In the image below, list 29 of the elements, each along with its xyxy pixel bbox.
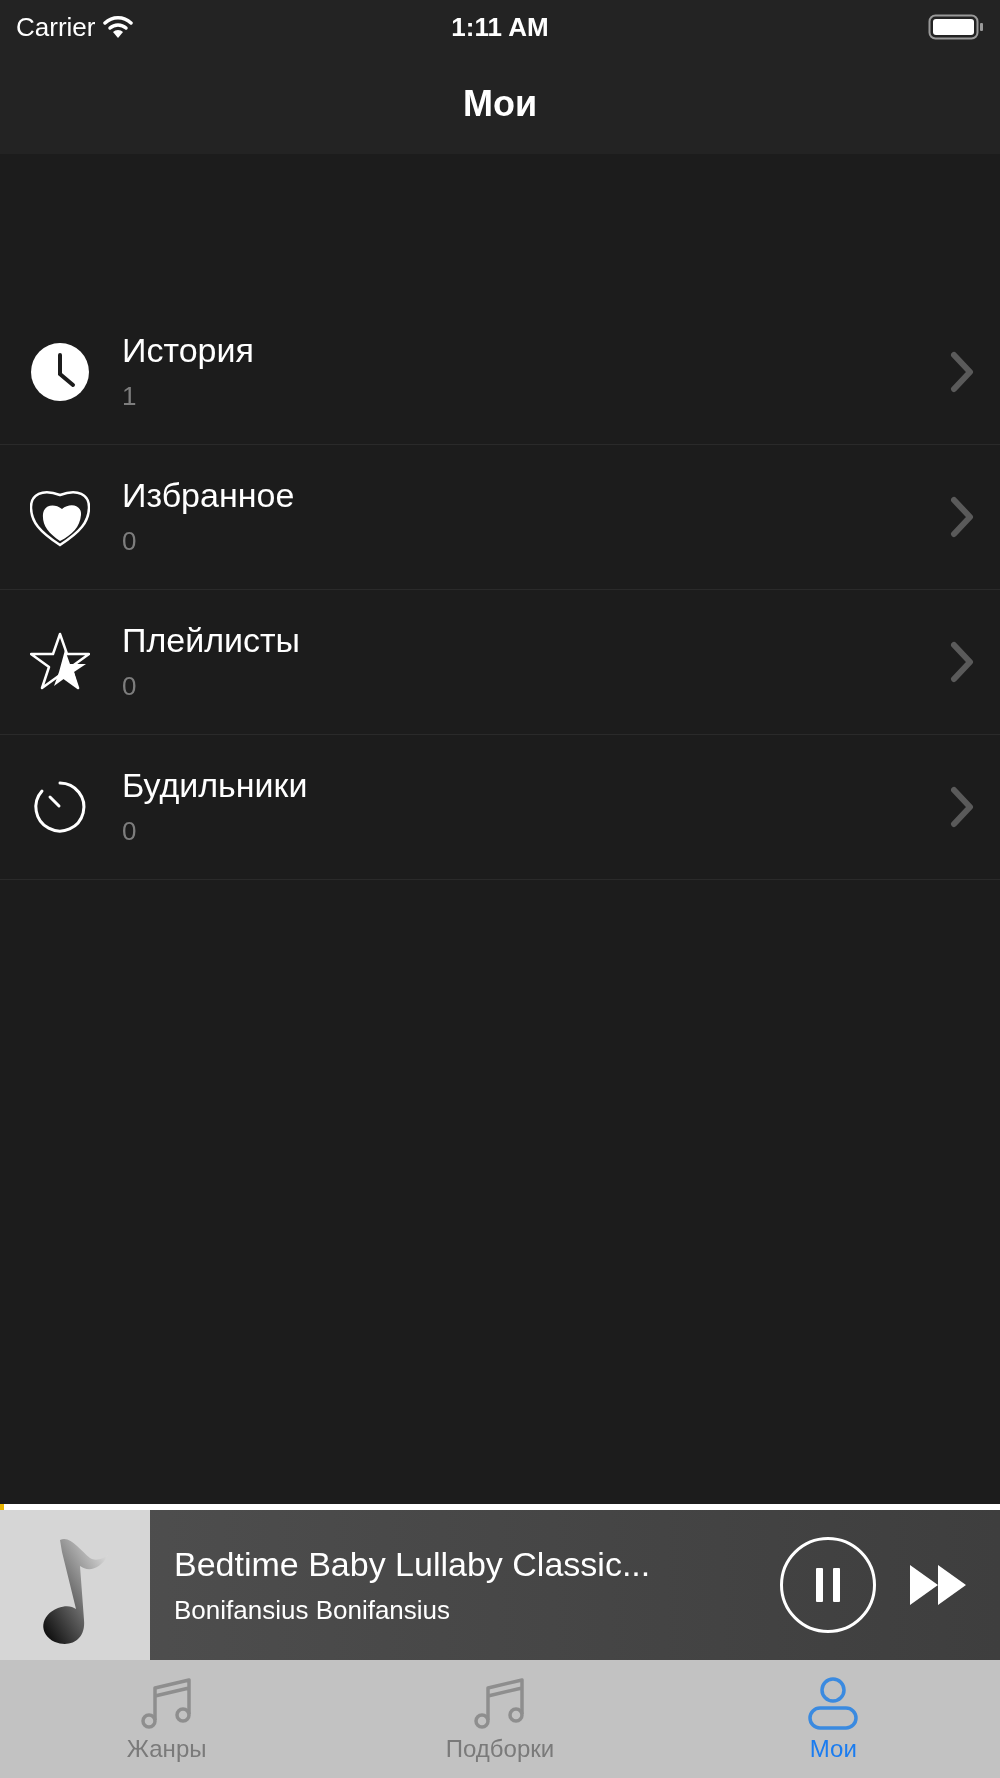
menu-row[interactable]: Избранное 0 — [0, 445, 1000, 590]
row-title: История — [122, 330, 255, 371]
chevron-icon — [950, 496, 974, 538]
row-count: 0 — [122, 525, 138, 558]
row-title: Плейлисты — [122, 620, 302, 661]
nav-title: Мои — [462, 82, 538, 126]
row-count: 1 — [122, 380, 138, 413]
menu-row[interactable]: Плейлисты 0 — [0, 590, 1000, 735]
menu-row[interactable]: Будильники 0 — [0, 735, 1000, 880]
row-count: 0 — [122, 670, 138, 703]
fast-forward-icon — [910, 1565, 966, 1605]
wifi-icon — [103, 15, 134, 39]
menu-row[interactable]: История 1 — [0, 300, 1000, 445]
carrier-label: Carrier — [16, 10, 96, 44]
row-title: Избранное — [122, 475, 296, 516]
chevron-icon — [950, 351, 974, 393]
star-icon — [30, 632, 90, 692]
pause-button[interactable] — [780, 1537, 876, 1633]
pause-icon — [814, 1568, 842, 1602]
battery-icon — [928, 14, 984, 40]
row-count: 0 — [122, 815, 138, 848]
mini-player[interactable]: Bedtime Baby Lullaby Classic... Bonifansius Bonifansius — [0, 1510, 1000, 1660]
status-time: 1:11 AM — [450, 10, 550, 44]
track-artist: Bonifansius Bonifansius — [174, 1594, 452, 1627]
chevron-icon — [950, 641, 974, 683]
row-title: Будильники — [122, 765, 309, 806]
chevron-icon — [950, 786, 974, 828]
clock-icon — [30, 342, 90, 402]
track-title: Bedtime Baby Lullaby Classic... — [174, 1544, 652, 1585]
